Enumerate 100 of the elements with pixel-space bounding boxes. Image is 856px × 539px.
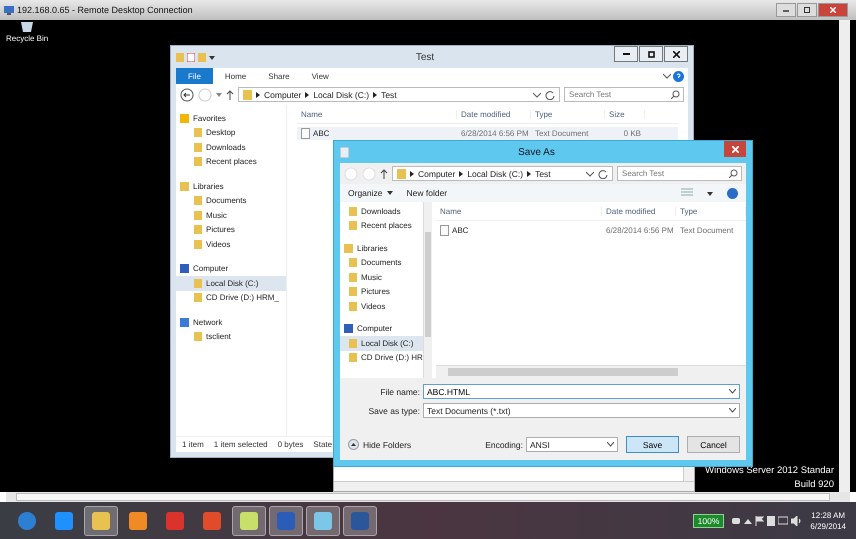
- nav-item[interactable]: Recent places: [176, 154, 286, 169]
- breadcrumb-item[interactable]: Local Disk (C:): [313, 90, 370, 100]
- caret-icon[interactable]: [459, 170, 464, 176]
- nav-item[interactable]: CD Drive (D:) HR: [340, 350, 423, 365]
- column-header[interactable]: Type: [676, 206, 746, 216]
- minimize-icon[interactable]: [783, 8, 789, 12]
- nav-item[interactable]: Downloads: [340, 204, 423, 218]
- search-icon[interactable]: [671, 90, 680, 99]
- file-menu-tab[interactable]: File: [176, 68, 213, 84]
- nav-item[interactable]: Documents: [176, 194, 286, 208]
- column-header[interactable]: Size: [605, 110, 645, 118]
- address-bar[interactable]: Computer Local Disk (C:) Test: [238, 87, 560, 102]
- up-arrow-icon[interactable]: [744, 518, 752, 524]
- search-field[interactable]: Search Test: [564, 87, 684, 102]
- column-header[interactable]: Name: [436, 206, 602, 216]
- column-header[interactable]: Date modified: [602, 206, 676, 216]
- clock-time[interactable]: 12:28 AM: [811, 510, 846, 520]
- scrollbar-thumb[interactable]: [448, 368, 678, 376]
- document-icon[interactable]: [187, 52, 195, 62]
- column-header[interactable]: Type: [531, 110, 605, 118]
- caret-icon[interactable]: [527, 170, 532, 176]
- cancel-button[interactable]: Cancel: [687, 436, 740, 453]
- help-icon[interactable]: [673, 70, 684, 82]
- restore-icon[interactable]: [804, 7, 810, 13]
- chevron-icon[interactable]: [729, 408, 736, 413]
- nav-item[interactable]: Documents: [340, 256, 423, 270]
- nav-item[interactable]: CD Drive (D:) HRM_: [176, 290, 286, 305]
- nav-item[interactable]: Desktop: [176, 126, 286, 140]
- nav-item[interactable]: Music: [176, 208, 286, 222]
- nav-item[interactable]: Network: [176, 315, 286, 330]
- breadcrumb-item[interactable]: Test: [381, 90, 397, 100]
- search-field[interactable]: Search Test: [617, 166, 742, 181]
- minimize-button[interactable]: [614, 46, 638, 62]
- breadcrumb-item[interactable]: Computer: [418, 168, 456, 178]
- scrollbar-thumb[interactable]: [424, 232, 431, 337]
- column-header[interactable]: Date modified: [457, 110, 531, 118]
- collapse-icon[interactable]: [348, 439, 359, 450]
- nav-item[interactable]: Music: [340, 270, 423, 284]
- file-type-dropdown[interactable]: Text Documents (*.txt): [423, 403, 740, 418]
- up-arrow-icon[interactable]: [226, 90, 234, 100]
- nav-item[interactable]: Pictures: [340, 284, 423, 299]
- caret-icon[interactable]: [373, 92, 378, 98]
- caret-icon[interactable]: [386, 191, 392, 195]
- scrollbar-thumb[interactable]: [16, 493, 830, 501]
- ribbon-tab[interactable]: Home: [214, 68, 256, 84]
- nav-item[interactable]: Computer: [176, 262, 286, 276]
- nav-item[interactable]: Local Disk (C:): [176, 276, 286, 290]
- scrollbar[interactable]: [422, 202, 432, 378]
- file-row[interactable]: ABC 6/28/2014 6:56 PM Text Document: [436, 224, 746, 237]
- breadcrumb-item[interactable]: Computer: [264, 90, 302, 100]
- file-name-field[interactable]: ABC.HTML: [423, 384, 740, 399]
- nav-item[interactable]: Videos: [176, 237, 286, 252]
- battery-indicator[interactable]: 100%: [692, 514, 724, 528]
- file-row[interactable]: ABC 6/28/2014 6:56 PM Text Document 0 KB: [297, 127, 678, 140]
- desktop-icon-label[interactable]: Recycle Bin: [6, 34, 48, 43]
- chevron-icon[interactable]: [607, 442, 614, 447]
- maximize-icon[interactable]: [648, 50, 654, 58]
- nav-item[interactable]: Favorites: [176, 111, 286, 126]
- close-button[interactable]: [664, 46, 688, 62]
- breadcrumb-item[interactable]: Local Disk (C:): [467, 168, 524, 178]
- minimize-button[interactable]: [776, 3, 796, 17]
- chevron-icon[interactable]: [663, 73, 671, 79]
- nav-item[interactable]: Videos: [340, 299, 423, 314]
- caret-icon[interactable]: [707, 190, 713, 196]
- refresh-icon[interactable]: [545, 90, 555, 100]
- chevron-icon[interactable]: [533, 92, 541, 98]
- nav-item[interactable]: Libraries: [176, 179, 286, 194]
- nav-item[interactable]: Recent places: [340, 218, 423, 233]
- nav-item[interactable]: Local Disk (C:): [340, 336, 423, 350]
- nav-item[interactable]: Computer: [340, 322, 423, 336]
- ribbon-tab[interactable]: View: [302, 68, 339, 84]
- scrollbar[interactable]: [436, 365, 746, 378]
- nav-item[interactable]: Pictures: [176, 222, 286, 237]
- back-icon[interactable]: [180, 88, 194, 102]
- save-button[interactable]: Save: [626, 436, 679, 453]
- organize-button[interactable]: Organize: [348, 188, 392, 198]
- up-arrow-icon[interactable]: [380, 168, 388, 178]
- hide-folders-button[interactable]: Hide Folders: [348, 439, 412, 450]
- caret-icon[interactable]: [305, 92, 310, 98]
- caret-icon[interactable]: [209, 54, 215, 60]
- caret-icon[interactable]: [256, 92, 260, 98]
- new-folder-button[interactable]: New folder: [406, 188, 448, 198]
- nav-item[interactable]: Downloads: [176, 140, 286, 154]
- column-header[interactable]: Name: [297, 110, 457, 118]
- scrollbar[interactable]: [839, 20, 850, 492]
- nav-item[interactable]: Libraries: [340, 241, 423, 256]
- restore-button[interactable]: [797, 3, 817, 17]
- scrollbar[interactable]: [6, 492, 850, 502]
- chevron-icon[interactable]: [586, 170, 594, 176]
- search-icon[interactable]: [729, 169, 738, 178]
- minimize-icon[interactable]: [622, 52, 630, 56]
- nav-item[interactable]: tsclient: [176, 330, 286, 344]
- encoding-dropdown[interactable]: ANSI: [526, 437, 618, 452]
- refresh-icon[interactable]: [598, 168, 608, 178]
- speaker-icon[interactable]: [791, 516, 802, 526]
- close-icon[interactable]: [672, 50, 680, 58]
- help-icon[interactable]: [727, 188, 738, 198]
- clock-date[interactable]: 6/29/2014: [810, 522, 846, 530]
- maximize-button[interactable]: [639, 46, 663, 62]
- address-bar[interactable]: Computer Local Disk (C:) Test: [392, 166, 613, 181]
